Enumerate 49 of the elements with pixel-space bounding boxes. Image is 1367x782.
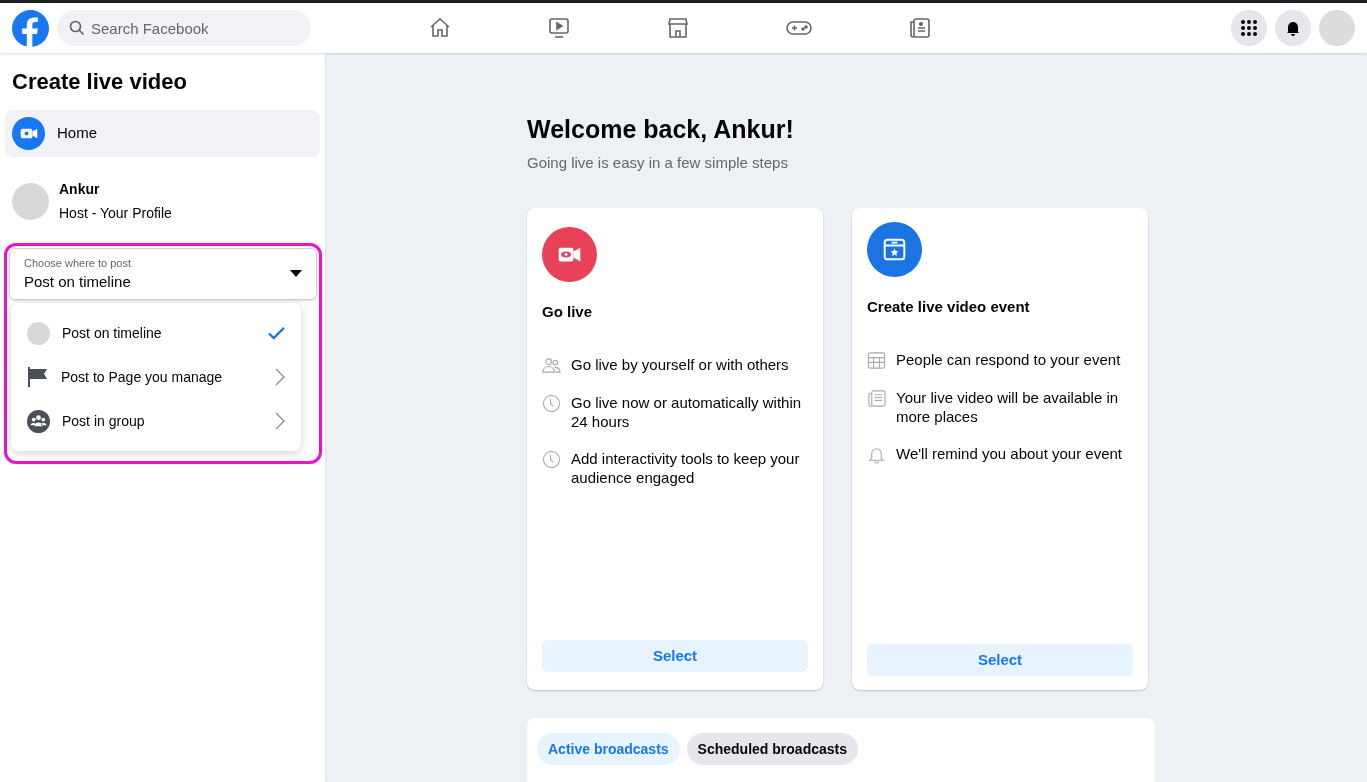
feature-text: Your live video will be available in more places xyxy=(896,387,1120,426)
grid-icon xyxy=(1240,19,1258,37)
facebook-logo[interactable] xyxy=(12,9,49,47)
card-title: Go live xyxy=(542,302,594,322)
post-destination-dropdown[interactable]: Choose where to post Post on timeline xyxy=(9,248,317,300)
group-icon xyxy=(27,409,50,433)
welcome-subtitle: Going live is easy in a few simple steps xyxy=(527,152,789,173)
select-button[interactable]: Select xyxy=(867,644,1133,676)
host-name: Ankur xyxy=(59,180,101,199)
tab[interactable]: Scheduled broadcasts xyxy=(686,733,858,765)
video-camera-icon xyxy=(542,227,597,282)
newspaper-icon[interactable] xyxy=(908,16,933,40)
menu-item[interactable]: Post on timeline xyxy=(11,311,301,355)
clock-icon xyxy=(542,393,561,413)
search-icon xyxy=(69,20,85,36)
menu-item-label: Post to Page you manage xyxy=(61,367,224,387)
feature-text: Add interactivity tools to keep your audience engaged xyxy=(571,448,801,487)
flag-icon xyxy=(27,366,49,388)
dropdown-value: Post on timeline xyxy=(24,272,132,292)
dropdown-label: Choose where to post xyxy=(24,255,132,271)
caret-icon xyxy=(290,270,302,278)
sidebar-item[interactable]: Home xyxy=(5,110,320,157)
video-icon[interactable] xyxy=(546,16,571,40)
menu-item-label: Post on timeline xyxy=(62,323,163,343)
tab[interactable]: Active broadcasts xyxy=(537,733,680,765)
feature-text: Go live by yourself or with others xyxy=(571,354,789,374)
sidebar-title: Create live video xyxy=(11,68,188,96)
feature-text: Go live now or automatically within 24 hours xyxy=(571,392,803,431)
menu-button[interactable] xyxy=(1231,10,1267,46)
card-title: Create live video event xyxy=(867,297,1031,317)
host-avatar xyxy=(12,183,49,220)
newspaper-icon xyxy=(867,388,886,408)
video-camera-icon xyxy=(12,117,45,150)
menu-item[interactable]: Post in group xyxy=(11,399,301,443)
menu-item-label: Post in group xyxy=(62,411,146,431)
people-icon xyxy=(542,355,561,375)
calendar-icon xyxy=(867,350,886,370)
bell-icon xyxy=(1285,20,1301,36)
search-field[interactable]: Search Facebook xyxy=(57,10,311,46)
feature-text: People can respond to your event xyxy=(896,349,1121,369)
store-icon[interactable] xyxy=(665,16,690,40)
feature-text: We'll remind you about your event xyxy=(896,443,1123,463)
select-button[interactable]: Select xyxy=(542,640,808,672)
welcome-heading: Welcome back, Ankur! xyxy=(527,114,795,145)
avatar-icon xyxy=(27,321,50,345)
clock-icon xyxy=(542,449,561,469)
notifications-button[interactable] xyxy=(1275,10,1311,46)
menu-item[interactable]: Post to Page you manage xyxy=(11,355,301,399)
host-role: Host - Your Profile xyxy=(59,204,172,223)
